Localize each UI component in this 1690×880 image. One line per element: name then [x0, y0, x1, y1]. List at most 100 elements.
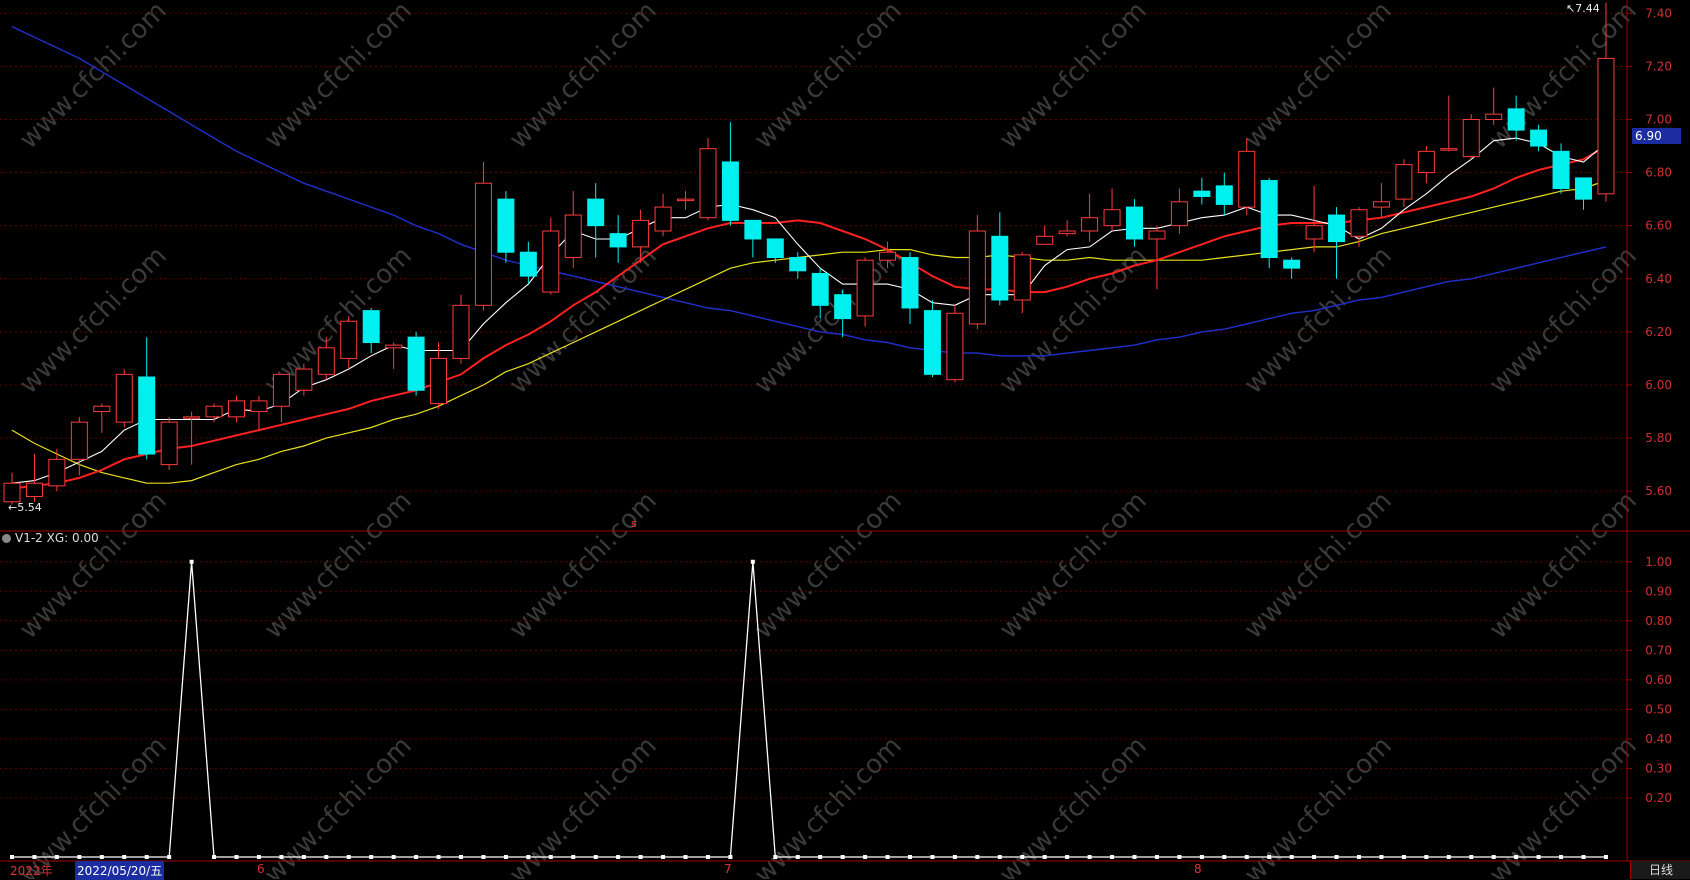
osc-tick-label: 0.30 — [1645, 761, 1672, 775]
price-tick-label: 7.20 — [1645, 59, 1672, 73]
signal-point — [167, 855, 172, 859]
candle-body — [1350, 209, 1368, 237]
signal-point — [1110, 855, 1115, 859]
candle-body — [1530, 129, 1548, 147]
price-tick-label: 6.20 — [1645, 325, 1672, 339]
candle — [654, 193, 672, 237]
candle-body — [70, 421, 88, 460]
current-price-badge: 6.90 — [1632, 128, 1681, 144]
price-tick-label: 6.80 — [1645, 166, 1672, 180]
candle — [1036, 225, 1054, 245]
indicator-toggle-icon[interactable] — [2, 534, 11, 543]
low-price-annotation: ←5.54 — [8, 501, 42, 514]
candle — [1193, 177, 1211, 205]
signal-point — [436, 855, 441, 859]
price-tick-label: 5.60 — [1645, 484, 1672, 498]
signal-point — [1514, 855, 1519, 859]
candle-body — [1395, 164, 1413, 200]
signal-point — [571, 855, 576, 859]
candle-body — [654, 206, 672, 232]
candle-body — [183, 416, 201, 419]
candle-body — [632, 219, 650, 248]
candle — [991, 212, 1009, 306]
signal-point — [1312, 855, 1317, 859]
candle — [430, 342, 448, 409]
candle — [1440, 95, 1458, 152]
signal-point — [1020, 855, 1025, 859]
price-tick-label: 7.00 — [1645, 112, 1672, 126]
month-label-7: 7 — [724, 862, 732, 876]
candle — [1238, 138, 1256, 216]
candle — [609, 215, 627, 263]
watermark-text: www.cfchi.com — [259, 0, 418, 155]
signal-point — [840, 855, 845, 859]
candle-body — [25, 482, 43, 497]
candle-body — [452, 304, 470, 359]
candle-body — [407, 336, 425, 391]
signal-point — [1222, 855, 1227, 859]
signal-point — [391, 855, 396, 859]
signal-point — [1536, 855, 1541, 859]
candle-body — [1126, 206, 1143, 240]
candle-body — [1507, 108, 1525, 131]
candle-body — [519, 251, 537, 277]
candle — [160, 416, 178, 470]
candle-body — [1170, 201, 1188, 227]
candle-body — [856, 259, 874, 317]
candle — [1126, 199, 1143, 247]
candle — [946, 305, 964, 383]
osc-tick-label: 0.60 — [1645, 673, 1672, 687]
signal-point — [122, 855, 127, 859]
candle-body — [766, 238, 784, 259]
signal-point — [952, 855, 957, 859]
candle — [1260, 177, 1278, 269]
watermark-text: www.cfchi.com — [14, 241, 173, 400]
signal-point — [773, 855, 778, 859]
signal-point — [77, 855, 82, 859]
month-label-6: 6 — [257, 862, 265, 876]
signal-point — [638, 855, 643, 859]
candle — [1215, 172, 1233, 216]
candle-body — [564, 214, 582, 259]
candle-body — [1058, 230, 1076, 235]
signal-point — [144, 855, 149, 859]
signal-point — [661, 855, 666, 859]
candle-body — [1148, 230, 1166, 240]
signal-point — [1379, 855, 1384, 859]
candle — [1462, 114, 1480, 160]
candle-body — [1328, 214, 1346, 243]
candle — [407, 331, 425, 396]
candle-body — [160, 421, 178, 466]
watermark-text: www.cfchi.com — [749, 0, 908, 155]
candle — [721, 122, 739, 226]
candle — [1103, 188, 1121, 231]
candle-body — [968, 230, 986, 325]
candle-body — [317, 347, 335, 375]
signal-point — [885, 855, 890, 859]
candle-body — [587, 198, 605, 227]
price-tick-label: 6.40 — [1645, 272, 1672, 286]
candle — [25, 454, 43, 502]
candle — [497, 191, 515, 263]
stock-chart: www.cfchi.com www.cfchi.com www.cfchi.com w… — [0, 0, 1690, 879]
indicator-label[interactable]: V1-2 XG: 0.00 — [2, 531, 99, 545]
candle-body — [744, 219, 762, 240]
candle-body — [542, 230, 560, 293]
candle-body — [93, 405, 111, 413]
signal-point — [212, 855, 217, 859]
candle — [138, 337, 156, 460]
candle-body — [1260, 180, 1278, 259]
candle — [677, 191, 694, 210]
signal-point — [1244, 855, 1249, 859]
signal-point — [1267, 855, 1272, 859]
candle — [362, 307, 380, 354]
signal-point — [1154, 855, 1159, 859]
candle — [93, 403, 111, 433]
candle-body — [677, 198, 694, 202]
osc-tick-label: 1.00 — [1645, 555, 1672, 569]
signal-point — [1357, 855, 1361, 859]
price-tick-label: 7.40 — [1645, 6, 1672, 20]
period-button[interactable]: 日线 — [1630, 861, 1690, 879]
candle-body — [1036, 235, 1054, 245]
signal-point — [548, 855, 553, 859]
